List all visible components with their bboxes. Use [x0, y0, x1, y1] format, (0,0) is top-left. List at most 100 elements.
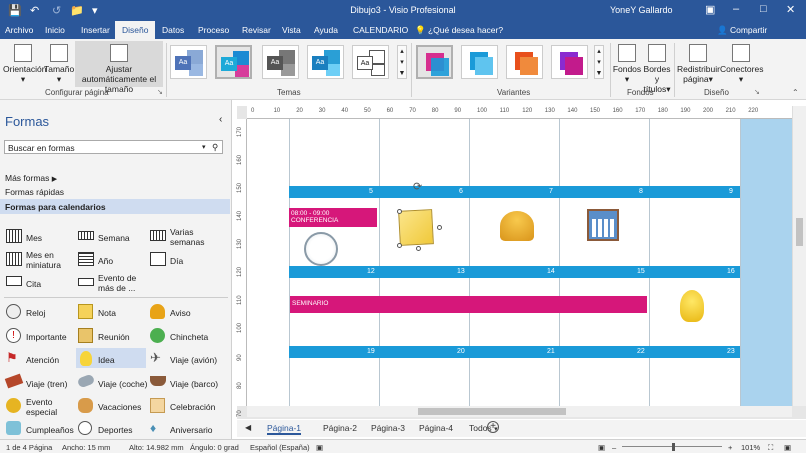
- shape-mes-miniatura[interactable]: Mes en miniatura: [26, 250, 76, 270]
- tab-calendario[interactable]: CALENDARIO: [348, 21, 413, 39]
- switch-windows-icon[interactable]: ▣: [784, 443, 791, 452]
- shape-aniversario[interactable]: Aniversario: [170, 425, 213, 435]
- theme-4[interactable]: Aa: [307, 45, 344, 79]
- event-seminario[interactable]: SEMINARIO: [290, 296, 647, 313]
- more-shapes-link[interactable]: Más formas ▶: [5, 173, 57, 185]
- shape-dia[interactable]: Día: [170, 256, 183, 266]
- shape-vacaciones[interactable]: Vacaciones: [98, 402, 141, 412]
- stencil-calendar-shapes[interactable]: Formas para calendarios: [0, 199, 230, 214]
- clock-shape-icon[interactable]: [304, 232, 338, 266]
- width-readout[interactable]: Ancho: 15 mm: [62, 443, 110, 452]
- auto-size-button[interactable]: Ajustar automáticamente el tamaño: [75, 41, 163, 94]
- shape-evento-varios-dias[interactable]: Evento de más de ...: [98, 273, 148, 293]
- close-icon[interactable]: ✕: [786, 3, 795, 16]
- tab-diseno[interactable]: Diseño: [115, 21, 156, 39]
- vertical-scrollbar[interactable]: [792, 106, 806, 406]
- bell-shape-icon[interactable]: [500, 211, 534, 241]
- zoom-in-icon[interactable]: +: [728, 443, 732, 452]
- theme-2-selected[interactable]: Aa: [215, 45, 252, 79]
- tab-inicio[interactable]: Inicio: [40, 21, 70, 39]
- tab-revisar[interactable]: Revisar: [237, 21, 276, 39]
- shape-chincheta[interactable]: Chincheta: [170, 332, 208, 342]
- theme-3[interactable]: Aa: [262, 45, 299, 79]
- orientation-button[interactable]: Orientación ▾: [3, 44, 46, 84]
- calendar-shape-icon[interactable]: [587, 209, 619, 241]
- zoom-slider-thumb[interactable]: [672, 443, 675, 451]
- shape-viaje-tren[interactable]: Viaje (tren): [26, 379, 67, 389]
- shape-varias-semanas[interactable]: Varias semanas: [170, 227, 228, 247]
- fit-page-icon[interactable]: ▣: [598, 443, 605, 452]
- shape-celebracion[interactable]: Celebración: [170, 402, 215, 412]
- user-name[interactable]: YoneY Gallardo: [610, 5, 673, 15]
- selection-handle[interactable]: [437, 225, 442, 230]
- page-tab-4[interactable]: Página-4: [419, 423, 453, 433]
- search-dropdown-icon[interactable]: ▾: [202, 143, 206, 153]
- theme-1[interactable]: Aa: [170, 45, 207, 79]
- size-button[interactable]: Tamaño ▾: [44, 44, 74, 84]
- shape-reunion[interactable]: Reunión: [98, 332, 130, 342]
- dialog-launcher-icon[interactable]: ↘: [754, 88, 760, 96]
- variant-4[interactable]: [551, 45, 588, 79]
- page-count[interactable]: 1 de 4 Página: [6, 443, 52, 452]
- tab-vista[interactable]: Vista: [277, 21, 306, 39]
- shape-ano[interactable]: Año: [98, 256, 113, 266]
- shape-semana[interactable]: Semana: [98, 233, 130, 243]
- shape-viaje-coche[interactable]: Viaje (coche): [98, 379, 147, 389]
- shape-viaje-barco[interactable]: Viaje (barco): [170, 379, 218, 389]
- tell-me-box[interactable]: 💡 ¿Qué desea hacer?: [410, 21, 508, 39]
- collapse-pane-icon[interactable]: ‹: [219, 115, 222, 125]
- tab-ayuda[interactable]: Ayuda: [309, 21, 343, 39]
- shape-deportes[interactable]: Deportes: [98, 425, 133, 435]
- ribbon-display-icon[interactable]: ▣: [705, 3, 715, 16]
- shape-aviso[interactable]: Aviso: [170, 308, 191, 318]
- collapse-ribbon-icon[interactable]: ⌃: [792, 88, 799, 97]
- maximize-icon[interactable]: □: [760, 3, 767, 15]
- shape-cumpleanos[interactable]: Cumpleaños: [26, 425, 74, 435]
- variants-more-arrow[interactable]: ▴ ▾ ▼: [594, 45, 604, 79]
- tab-proceso[interactable]: Proceso: [193, 21, 234, 39]
- tab-archivo[interactable]: Archivo: [0, 21, 38, 39]
- tab-datos[interactable]: Datos: [157, 21, 189, 39]
- note-shape-selected[interactable]: [398, 209, 434, 246]
- shape-idea-highlight[interactable]: Idea: [76, 348, 146, 368]
- shape-mes[interactable]: Mes: [26, 233, 42, 243]
- shape-cita[interactable]: Cita: [26, 279, 41, 289]
- page-tab-3[interactable]: Página-3: [371, 423, 405, 433]
- zoom-out-icon[interactable]: –: [612, 443, 616, 452]
- dialog-launcher-icon[interactable]: ↘: [157, 88, 163, 96]
- angle-readout[interactable]: Ángulo: 0 grad: [190, 443, 239, 452]
- quick-shapes-link[interactable]: Formas rápidas: [5, 187, 64, 197]
- horizontal-scrollbar[interactable]: [247, 406, 792, 417]
- lightbulb-shape-icon[interactable]: [680, 290, 704, 322]
- page-tab-2[interactable]: Página-2: [323, 423, 357, 433]
- first-page-icon[interactable]: ◀: [245, 423, 251, 432]
- vertical-scroll-thumb[interactable]: [796, 218, 803, 246]
- selection-handle[interactable]: [416, 246, 421, 251]
- horizontal-scroll-thumb[interactable]: [418, 408, 566, 415]
- backgrounds-button[interactable]: Fondos ▾: [612, 44, 642, 84]
- fit-window-icon[interactable]: ⛶: [768, 443, 773, 453]
- add-page-icon[interactable]: +: [487, 421, 499, 433]
- selection-handle[interactable]: [397, 243, 402, 248]
- connectors-button[interactable]: Conectores ▾: [720, 44, 763, 84]
- shape-importante[interactable]: Importante: [26, 332, 67, 342]
- search-input[interactable]: Buscar en formas ▾ ⚲: [4, 140, 223, 154]
- variant-1-selected[interactable]: [416, 45, 453, 79]
- page-tab-1[interactable]: Página-1: [267, 423, 302, 435]
- minimize-icon[interactable]: –: [733, 3, 739, 15]
- drawing-page[interactable]: 5 6 7 8 9 08:00 - 09:00 CONFERENCIA ⟳ 12…: [247, 119, 792, 406]
- relayout-page-button[interactable]: Redistribuir página▾: [677, 44, 720, 84]
- shape-nota[interactable]: Nota: [98, 308, 116, 318]
- share-button[interactable]: 👤 Compartir: [712, 21, 772, 39]
- selection-handle[interactable]: [397, 209, 402, 214]
- height-readout[interactable]: Alto: 14.982 mm: [129, 443, 184, 452]
- shape-reloj[interactable]: Reloj: [26, 308, 45, 318]
- variant-3[interactable]: [506, 45, 543, 79]
- rotation-handle-icon[interactable]: ⟳: [413, 180, 422, 193]
- macro-record-icon[interactable]: ▣: [316, 443, 323, 452]
- zoom-level[interactable]: 101%: [741, 443, 760, 452]
- variant-2[interactable]: [461, 45, 498, 79]
- shape-evento-especial[interactable]: Evento especial: [26, 397, 76, 417]
- language-readout[interactable]: Español (España): [250, 443, 310, 452]
- borders-titles-button[interactable]: Bordes y títulos▾: [642, 44, 672, 94]
